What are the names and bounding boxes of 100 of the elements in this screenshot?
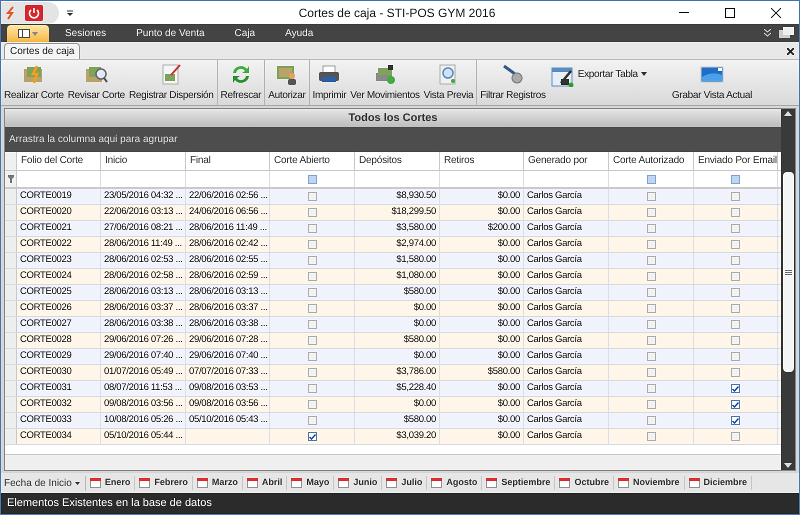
checkbox[interactable]	[646, 368, 656, 377]
checkbox[interactable]	[308, 288, 316, 297]
row-header[interactable]	[5, 269, 17, 284]
row-header[interactable]	[5, 253, 17, 268]
column-header[interactable]: Generado por	[524, 152, 609, 170]
checkbox[interactable]	[646, 208, 656, 217]
checkbox[interactable]	[308, 368, 316, 377]
table-row[interactable]: CORTE0027 28/06/2016 03:38 ... 28/06/2016 03:38 ... $0.00 $0.00 Carlos García	[5, 317, 781, 333]
row-header[interactable]	[5, 317, 17, 332]
table-row[interactable]: CORTE0032 09/08/2016 03:56 ... 09/08/2016 03:56 ... $0.00 $0.00 Carlos García	[5, 397, 781, 413]
checkbox[interactable]	[646, 192, 656, 201]
checkbox[interactable]	[308, 304, 316, 313]
checkbox[interactable]	[731, 208, 740, 217]
row-header[interactable]	[5, 333, 17, 348]
checkbox[interactable]	[731, 288, 740, 297]
checkbox[interactable]	[731, 368, 740, 377]
checkbox[interactable]	[308, 336, 316, 345]
table-row[interactable]: CORTE0031 08/07/2016 11:53 ... 09/08/2016 03:53 ... $5,228.40 $0.00 Carlos García	[5, 381, 781, 397]
row-header[interactable]	[5, 189, 17, 204]
table-row[interactable]: CORTE0025 28/06/2016 03:13 ... 28/06/2016 03:13 ... $580.00 $0.00 Carlos García	[5, 285, 781, 301]
table-row[interactable]: CORTE0021 27/06/2016 08:21 ... 28/06/2016 11:49 ... $3,580.00 $200.00 Carlos García	[5, 221, 781, 237]
caret-icon[interactable]	[640, 72, 647, 76]
table-row[interactable]: CORTE0030 01/07/2016 05:49 ... 07/07/2016 07:33 ... $3,786.00 $580.00 Carlos García	[5, 365, 781, 381]
checkbox[interactable]	[731, 416, 740, 425]
ribbon-button[interactable]: Refrescar	[220, 60, 262, 105]
checkbox[interactable]	[308, 256, 316, 265]
ribbon-button[interactable]: Revisar Corte	[66, 60, 126, 105]
row-header[interactable]	[5, 429, 17, 444]
filter-checkbox[interactable]	[731, 174, 740, 184]
month-button[interactable]: Octubre	[555, 476, 614, 490]
checkbox[interactable]	[646, 272, 656, 281]
row-header[interactable]	[5, 237, 17, 252]
month-button[interactable]: Noviembre	[614, 476, 684, 490]
checkbox[interactable]	[308, 240, 316, 249]
menu-item[interactable]: Sesiones	[65, 26, 106, 40]
table-row[interactable]: CORTE0028 29/06/2016 07:26 ... 29/06/2016 07:28 ... $580.00 $0.00 Carlos García	[5, 333, 781, 349]
checkbox[interactable]	[646, 224, 656, 233]
checkbox[interactable]	[731, 256, 740, 265]
column-header[interactable]: Final	[186, 152, 270, 170]
checkbox[interactable]	[731, 304, 740, 313]
checkbox[interactable]	[308, 272, 316, 281]
checkbox[interactable]	[308, 416, 316, 425]
date-filter-dropdown[interactable]: Fecha de Inicio	[4, 476, 86, 490]
menu-item[interactable]: Punto de Venta	[136, 26, 205, 40]
filter-checkbox[interactable]	[646, 174, 656, 184]
row-header[interactable]	[5, 365, 17, 380]
column-header[interactable]: Enviado Por Email	[694, 152, 778, 170]
document-tab[interactable]: Cortes de caja	[4, 43, 80, 59]
checkbox[interactable]	[308, 432, 316, 441]
close-tab-icon[interactable]	[787, 48, 794, 55]
checkbox[interactable]	[308, 208, 316, 217]
ribbon-button[interactable]: Imprimir	[312, 60, 348, 105]
filter-checkbox[interactable]	[308, 174, 316, 184]
checkbox[interactable]	[646, 336, 656, 345]
ribbon-button[interactable]: Autorizar	[267, 60, 307, 105]
table-row[interactable]: CORTE0019 23/05/2016 04:32 ... 22/06/2016 02:56 ... $8,930.50 $0.00 Carlos García	[5, 189, 781, 205]
row-header[interactable]	[5, 221, 17, 236]
ribbon-button[interactable]: Filtrar Registros	[479, 60, 547, 105]
table-row[interactable]: CORTE0033 10/08/2016 05:26 ... 05/10/2016 05:43 ... $580.00 $0.00 Carlos García	[5, 413, 781, 429]
horizontal-scrollbar[interactable]	[5, 454, 781, 470]
month-button[interactable]: Marzo	[192, 476, 243, 490]
column-header[interactable]: Corte Autorizado	[609, 152, 694, 170]
month-button[interactable]: Abril	[242, 476, 288, 490]
ribbon-button[interactable]: Ver Movimientos	[349, 60, 421, 105]
checkbox[interactable]	[646, 384, 656, 393]
checkbox[interactable]	[731, 224, 740, 233]
ribbon-button[interactable]: Vista Previa	[422, 60, 474, 105]
checkbox[interactable]	[646, 304, 656, 313]
table-row[interactable]: CORTE0023 28/06/2016 02:53 ... 28/06/2016 02:55 ... $1,580.00 $0.00 Carlos García	[5, 253, 781, 269]
month-button[interactable]: Septiembre	[482, 476, 556, 490]
row-header[interactable]	[5, 413, 17, 428]
scroll-up-icon[interactable]	[784, 111, 792, 116]
checkbox[interactable]	[308, 384, 316, 393]
month-button[interactable]: Enero	[86, 476, 136, 490]
vertical-scrollbar[interactable]	[781, 109, 795, 470]
column-header[interactable]: Folio del Corte	[17, 152, 101, 170]
row-header[interactable]	[5, 205, 17, 220]
scroll-down-icon[interactable]	[784, 463, 792, 468]
column-header[interactable]: Inicio	[101, 152, 186, 170]
column-header[interactable]: Corte Abierto	[270, 152, 355, 170]
application-menu-button[interactable]	[7, 25, 49, 42]
ribbon-button[interactable]: Realizar Corte	[3, 60, 65, 105]
checkbox[interactable]	[646, 352, 656, 361]
ribbon-button[interactable]: Registrar Dispersión	[128, 60, 215, 105]
table-row[interactable]: CORTE0029 29/06/2016 07:40 ... 29/06/2016 07:40 ... $0.00 $0.00 Carlos García	[5, 349, 781, 365]
row-header[interactable]	[5, 301, 17, 316]
windows-icon[interactable]	[779, 27, 795, 39]
scroll-thumb[interactable]	[782, 172, 794, 372]
export-button[interactable]: Exportar Tabla	[548, 60, 649, 105]
checkbox[interactable]	[308, 400, 316, 409]
table-row[interactable]: CORTE0026 28/06/2016 03:37 ... 28/06/2016 03:37 ... $0.00 $0.00 Carlos García	[5, 301, 781, 317]
menu-item[interactable]: Ayuda	[285, 26, 314, 40]
checkbox[interactable]	[731, 352, 740, 361]
table-row[interactable]: CORTE0020 22/06/2016 03:13 ... 24/06/2016 06:56 ... $18,299.50 $0.00 Carlos García	[5, 205, 781, 221]
checkbox[interactable]	[646, 320, 656, 329]
checkbox[interactable]	[646, 240, 656, 249]
menu-item[interactable]: Caja	[234, 26, 256, 40]
checkbox[interactable]	[646, 432, 656, 441]
checkbox[interactable]	[308, 192, 316, 201]
checkbox[interactable]	[731, 432, 740, 441]
